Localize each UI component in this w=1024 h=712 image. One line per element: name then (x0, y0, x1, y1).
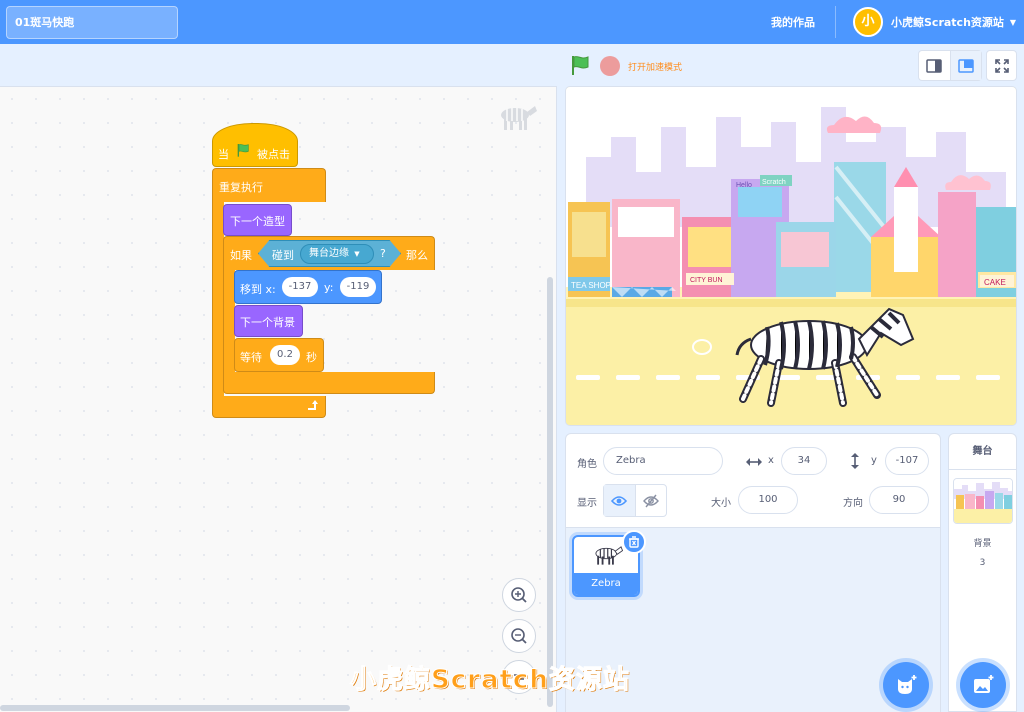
visibility-toggle (603, 484, 667, 517)
touching-label: 碰到 (272, 249, 294, 262)
normal-stage-button[interactable] (949, 51, 981, 80)
next-backdrop-label: 下一个背景 (240, 316, 295, 329)
zoom-in-icon (511, 587, 527, 603)
if-label: 如果 (230, 249, 252, 262)
zebra-thumbnail (595, 546, 624, 565)
wait-seconds-input[interactable]: 0.2 (270, 345, 300, 365)
fullscreen-button[interactable] (986, 50, 1017, 81)
clicked-label: 被点击 (257, 148, 290, 161)
stage-size-toggle (918, 50, 982, 81)
choose-backdrop-button[interactable] (960, 662, 1006, 708)
eye-icon (611, 495, 628, 506)
menu-divider (835, 6, 836, 38)
horizontal-arrows-icon (746, 458, 762, 466)
backdrops-label: 背景 (973, 539, 992, 549)
cat-add-icon (898, 675, 917, 694)
show-label: 显示 (577, 498, 597, 509)
size-input[interactable]: 100 (738, 486, 798, 514)
menu-bar: 01斑马快跑 我的作品 小 小虎鲸Scratch资源站 ▼ (0, 0, 1024, 44)
hello-sign: Hello (736, 182, 752, 189)
account-name: 小虎鲸Scratch资源站 (891, 16, 1004, 29)
choose-sprite-button[interactable] (883, 662, 929, 708)
backdrop-thumbnail (953, 478, 1013, 524)
small-stage-icon (926, 58, 942, 73)
tea-shop-sign: TEA SHOP (571, 281, 611, 290)
then-label: 那么 (406, 249, 428, 262)
sprite-tile-label: Zebra (574, 573, 638, 595)
backdrops-count: 3 (979, 558, 986, 568)
vertical-arrows-icon (851, 453, 859, 469)
city-bun-sign: CITY BUN (690, 277, 723, 284)
when-label: 当 (218, 148, 229, 161)
wait-label: 等待 (240, 351, 262, 364)
stage-panel-title: 舞台 (949, 434, 1016, 470)
goto-y-label: y: (324, 281, 334, 294)
scratch-sign: Scratch (762, 179, 786, 186)
y-position-input[interactable]: -107 (885, 447, 929, 475)
zoom-in-button[interactable] (502, 578, 536, 612)
zebra-sprite[interactable] (731, 299, 921, 411)
image-add-icon (974, 675, 994, 693)
avatar: 小 (853, 7, 883, 37)
chevron-down-icon: ▼ (1009, 17, 1017, 27)
green-flag-icon[interactable] (568, 53, 592, 77)
small-stage-button[interactable] (919, 51, 950, 80)
sprite-label: 角色 (577, 459, 597, 470)
fullscreen-icon (994, 58, 1009, 73)
my-works-link[interactable]: 我的作品 (771, 14, 815, 30)
cake-sign: CAKE (984, 278, 1006, 287)
site-watermark: 小虎鲸Scratch资源站 (350, 665, 630, 696)
hide-sprite-button[interactable] (636, 485, 667, 516)
goto-x-label: 移到 x: (240, 283, 276, 296)
question-mark: ? (380, 247, 386, 260)
x-position-input[interactable]: 34 (781, 447, 827, 475)
next-costume-label: 下一个造型 (230, 215, 285, 228)
vertical-scrollbar[interactable] (547, 277, 553, 707)
zoom-out-icon (511, 628, 527, 644)
chevron-down-icon: ▼ (354, 250, 360, 258)
delete-sprite-button[interactable] (622, 530, 646, 554)
loop-arrow-icon (308, 400, 318, 410)
forever-label: 重复执行 (219, 181, 263, 194)
account-menu[interactable]: 小 小虎鲸Scratch资源站 ▼ (853, 7, 1016, 37)
trash-icon (629, 536, 639, 548)
goto-x-input[interactable]: -137 (282, 277, 318, 297)
direction-input[interactable]: 90 (869, 486, 929, 514)
direction-label: 方向 (843, 498, 863, 509)
touching-option: 舞台边缘 (309, 248, 349, 259)
if-footer (223, 372, 435, 394)
x-label: x (768, 455, 774, 466)
zoom-out-button[interactable] (502, 619, 536, 653)
wait-unit-label: 秒 (306, 351, 317, 364)
size-label: 大小 (711, 498, 731, 509)
show-sprite-button[interactable] (604, 485, 636, 516)
normal-stage-icon (958, 58, 974, 73)
touching-target-dropdown[interactable]: 舞台边缘 ▼ (300, 244, 374, 264)
project-title-input[interactable]: 01斑马快跑 (6, 6, 178, 39)
stage-canvas[interactable]: TEA SHOP CITY BUN CAKE Hello Scratch (565, 86, 1017, 426)
goto-y-input[interactable]: -119 (340, 277, 376, 297)
sprite-name-input[interactable]: Zebra (603, 447, 723, 475)
eye-slash-icon (642, 494, 659, 507)
horizontal-scrollbar[interactable] (0, 705, 350, 711)
y-label: y (871, 455, 877, 466)
green-flag-icon (237, 144, 249, 157)
turbo-mode-toggle[interactable]: 打开加速模式 (628, 60, 682, 73)
sprite-watermark-icon (493, 102, 539, 135)
stop-button[interactable] (600, 56, 620, 76)
